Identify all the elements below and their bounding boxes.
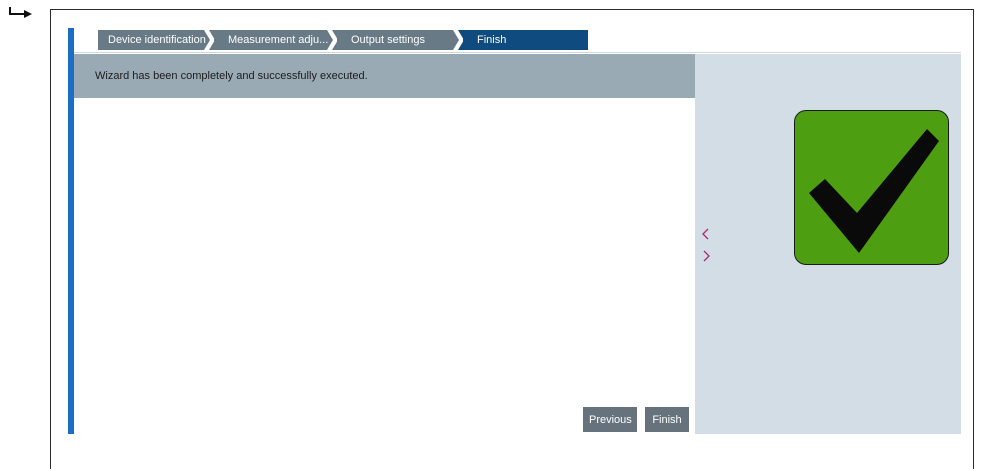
wizard-window: Device identification Measurement adju..… — [68, 28, 961, 434]
finish-button[interactable]: Finish — [645, 407, 689, 432]
chevron-right-icon[interactable] — [701, 250, 711, 262]
step-finish[interactable]: Finish — [463, 30, 588, 50]
chevron-left-icon[interactable] — [701, 228, 711, 240]
result-arrow-icon — [9, 7, 32, 18]
side-panel — [695, 54, 961, 434]
step-device-identification[interactable]: Device identification — [98, 30, 216, 50]
checkmark-icon — [809, 129, 939, 253]
step-label: Finish — [477, 34, 507, 46]
step-label: Measurement adju... — [228, 34, 329, 46]
previous-button[interactable]: Previous — [583, 407, 637, 432]
wizard-content: Wizard has been completely and successfu… — [74, 54, 695, 434]
step-label: Output settings — [351, 34, 425, 46]
wizard-breadcrumb: Device identification Measurement adju..… — [98, 30, 588, 50]
step-measurement-adjustment[interactable]: Measurement adju... — [214, 30, 339, 50]
header-divider — [74, 52, 961, 53]
status-message: Wizard has been completely and successfu… — [74, 54, 695, 98]
step-output-settings[interactable]: Output settings — [337, 30, 465, 50]
success-indicator — [794, 110, 949, 265]
step-label: Device identification — [108, 34, 206, 46]
